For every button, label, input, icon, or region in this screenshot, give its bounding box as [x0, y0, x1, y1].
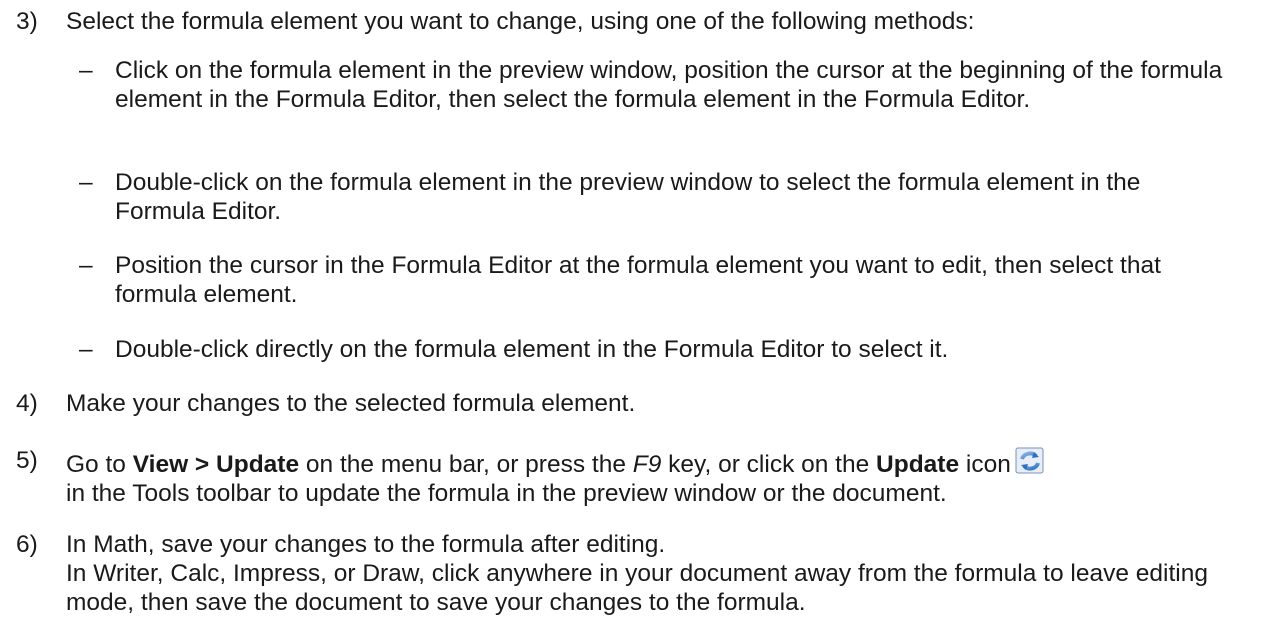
sub-item-text: Click on the formula element in the prev… — [115, 57, 1223, 113]
dash-bullet: – — [79, 57, 93, 84]
sub-item-text: Position the cursor in the Formula Edito… — [115, 252, 1161, 308]
step-number: 6) — [16, 531, 38, 558]
key-name: F9 — [632, 451, 662, 478]
menu-path: View > Update — [132, 451, 300, 478]
step-number: 5) — [16, 447, 38, 474]
icon-label: Update — [876, 451, 960, 478]
step-text: In Math, save your changes to the formul… — [66, 531, 1208, 616]
document-page: 3) Select the formula element you want t… — [0, 0, 1263, 621]
update-icon — [1015, 446, 1045, 476]
sub-item-text: Double-click on the formula element in t… — [115, 169, 1141, 225]
step-number: 4) — [16, 390, 38, 417]
step-text: Go to View > Update on the menu bar, or … — [66, 446, 1256, 508]
dash-bullet: – — [79, 252, 93, 279]
dash-bullet: – — [79, 169, 93, 196]
sub-item-text: Double-click directly on the formula ele… — [115, 336, 949, 363]
step-text: Make your changes to the selected formul… — [66, 390, 636, 417]
step-number: 3) — [16, 8, 38, 35]
step-text: Select the formula element you want to c… — [66, 8, 975, 35]
dash-bullet: – — [79, 336, 93, 363]
